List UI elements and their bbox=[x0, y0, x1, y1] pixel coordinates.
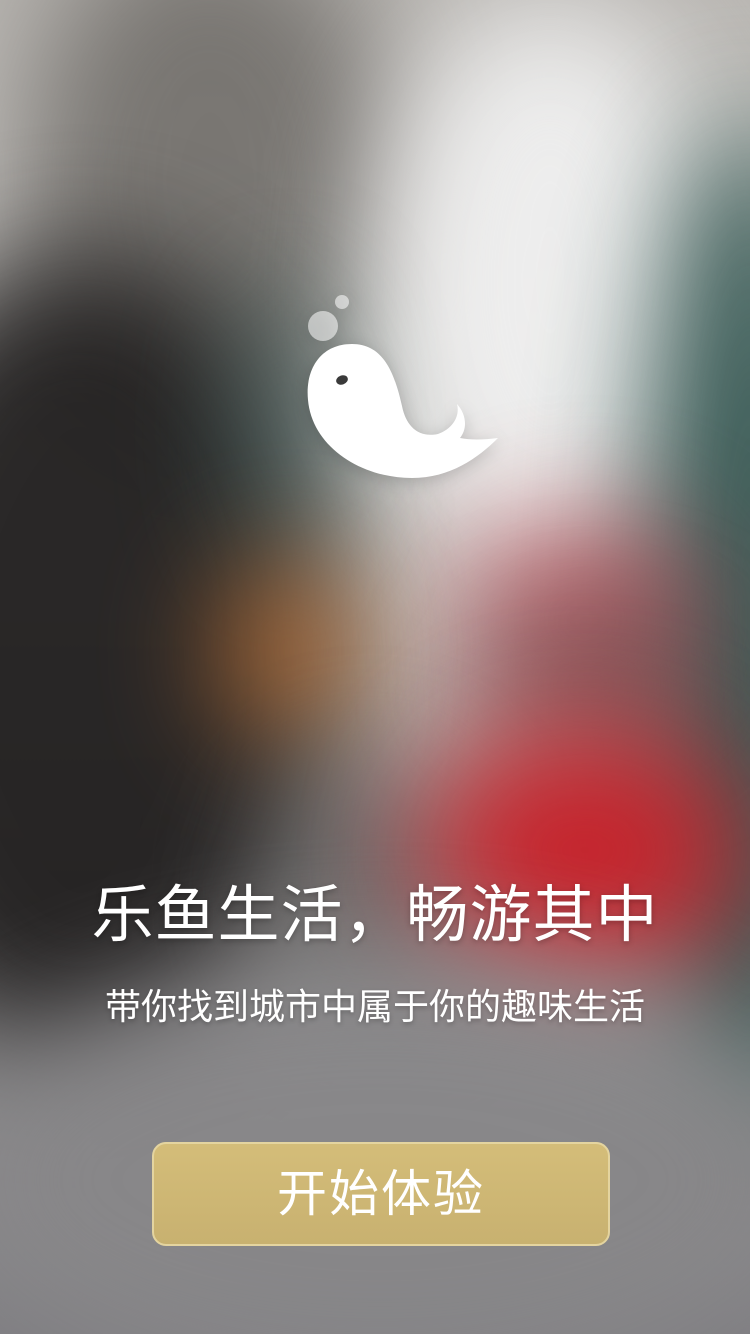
subtitle: 带你找到城市中属于你的趣味生活 bbox=[104, 987, 645, 1028]
start-button[interactable]: 开始体验 bbox=[152, 1142, 610, 1246]
headline: 乐鱼生活，畅游其中 bbox=[91, 878, 659, 951]
blurred-city-background bbox=[0, 0, 750, 1334]
whale-icon bbox=[300, 288, 510, 498]
